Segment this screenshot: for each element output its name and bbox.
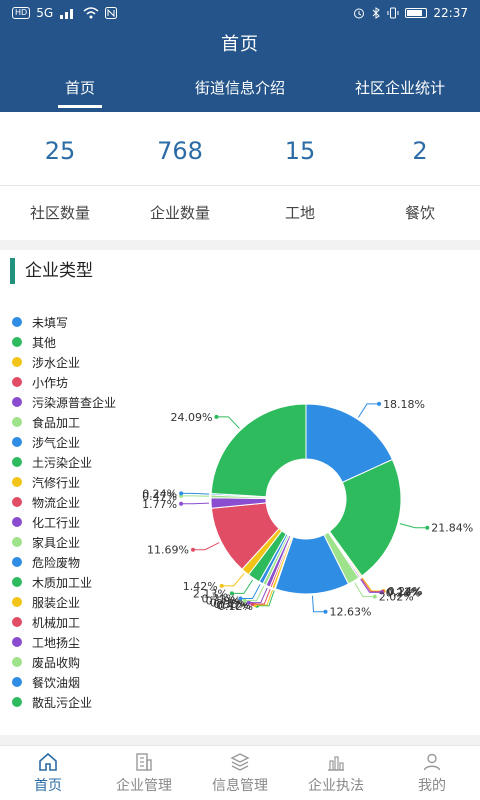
battery-icon [405, 8, 428, 18]
slice-leader-dot [191, 547, 196, 552]
slice-value-label: 2.02% [379, 591, 414, 604]
slice-leader-line [231, 579, 254, 594]
signal-icon [60, 9, 74, 19]
tab-community-stats[interactable]: 社区企业统计 [320, 72, 480, 112]
slice-leader-dot [179, 501, 184, 506]
bottom-navigation: 首页 企业管理 信息管理 企业执法 我的 [0, 745, 480, 800]
slice-leader-dot [238, 596, 243, 601]
slice-leader-line [399, 523, 428, 529]
app-header: HD 5G 22:37 首页 首页 街道信息介绍 社区企业统计 [0, 0, 480, 112]
top-tabs: 首页 街道信息介绍 社区企业统计 [0, 72, 480, 112]
status-bar: HD 5G 22:37 [0, 0, 480, 26]
slice-value-label: 21.84% [431, 522, 473, 535]
status-right: 22:37 [353, 6, 468, 20]
slice-value-label: 11.69% [147, 544, 189, 557]
hd-badge: HD [12, 7, 31, 19]
nav-enterprise-enforcement-label: 企业执法 [308, 778, 364, 794]
nav-info-management[interactable]: 信息管理 [192, 746, 288, 800]
slice-value-label: 24.09% [170, 411, 212, 424]
construction-site-count-value[interactable]: 15 [240, 112, 360, 185]
page-title: 首页 [221, 34, 259, 55]
catering-count-value[interactable]: 2 [360, 112, 480, 185]
slice-leader-dot [246, 600, 251, 605]
stats-values-row: 25 768 15 2 [0, 112, 480, 186]
alarm-icon [354, 8, 365, 19]
slice-value-label: 18.18% [383, 398, 425, 411]
nfc-icon [105, 7, 118, 19]
slice-leader-dot [372, 594, 377, 599]
enterprise-type-donut-chart: 18.18%21.84%0.24%0.12%0.24%2.02%12.63%0.… [142, 398, 473, 619]
network-badge: 5G [36, 6, 54, 20]
tab-home[interactable]: 首页 [0, 72, 160, 112]
bar-chart-icon [328, 756, 344, 771]
slice-value-label: 1.42% [183, 580, 218, 593]
slice-leader-dot [214, 414, 219, 419]
building-icon [136, 753, 152, 771]
slice-value-label: 0.24% [142, 487, 177, 500]
slice-leader-dot [219, 583, 224, 588]
slice-leader-dot [229, 591, 234, 596]
community-count-value[interactable]: 25 [0, 112, 120, 185]
nav-home-label: 首页 [34, 778, 62, 794]
slice-leader-line [221, 573, 245, 587]
vibrate-icon [387, 7, 399, 19]
slice-leader-dot [323, 609, 328, 614]
slice-leader-line [181, 492, 210, 495]
status-time: 22:37 [433, 6, 468, 20]
wifi-icon [83, 7, 99, 19]
user-icon [423, 753, 441, 771]
stats-panel: 25 768 15 2 社区数量 企业数量 工地 餐饮 [0, 112, 480, 240]
slice-leader-line [193, 542, 220, 551]
catering-count-label: 餐饮 [404, 204, 435, 222]
tab-street-info[interactable]: 街道信息介绍 [160, 72, 320, 112]
nav-home[interactable]: 首页 [0, 746, 96, 800]
app-screen: HD 5G 22:37 首页 首页 街道信息介绍 社区企业统计 25 768 1… [0, 0, 480, 800]
slice-leader-dot [425, 525, 430, 530]
enterprise-count-value[interactable]: 768 [120, 112, 240, 185]
donut-slice[interactable] [210, 403, 307, 498]
nav-info-management-label: 信息管理 [212, 778, 268, 794]
construction-site-count-label: 工地 [284, 204, 315, 222]
slice-leader-line [358, 403, 380, 418]
slice-leader-line [216, 416, 240, 429]
layers-icon [230, 753, 250, 771]
stats-labels-row: 社区数量 企业数量 工地 餐饮 [0, 186, 480, 240]
nav-enterprise-enforcement[interactable]: 企业执法 [288, 746, 384, 800]
slice-leader-dot [377, 401, 382, 406]
slice-leader-line [311, 595, 326, 613]
slice-leader-dot [242, 598, 247, 603]
slice-leader-line [181, 502, 210, 505]
bluetooth-icon [373, 7, 381, 19]
enterprise-count-label: 企业数量 [149, 204, 210, 222]
nav-my[interactable]: 我的 [384, 746, 480, 800]
slice-leader-dot [179, 491, 184, 496]
nav-enterprise-management-label: 企业管理 [116, 778, 172, 794]
slice-value-label: 12.63% [330, 606, 372, 619]
status-left: HD 5G [12, 6, 118, 20]
nav-my-label: 我的 [418, 778, 446, 794]
home-icon [39, 752, 57, 771]
enterprise-type-card: 企业类型 未填写 其他 涉水企业 小作坊 污染源普查企业 食品加工 涉气企业 土污染企业 汽修行… [0, 250, 480, 735]
community-count-label: 社区数量 [29, 204, 90, 222]
nav-enterprise-management[interactable]: 企业管理 [96, 746, 192, 800]
